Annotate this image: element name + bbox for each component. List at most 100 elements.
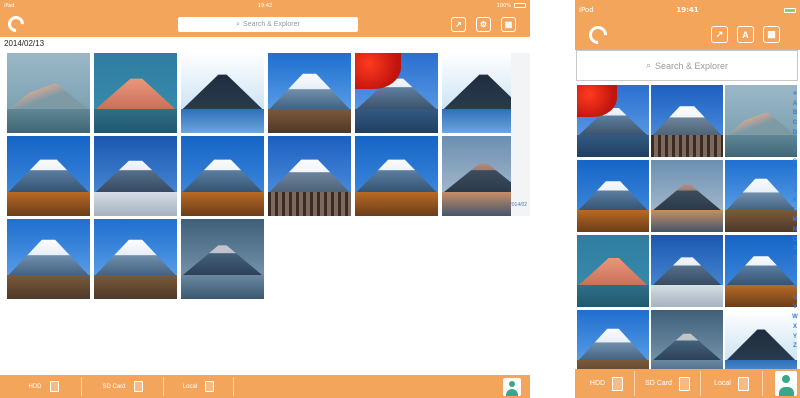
photo-ground	[651, 135, 723, 157]
photo-ground	[651, 285, 723, 307]
alphabet-index-letter[interactable]: T	[793, 284, 797, 294]
carrier-label: iPod	[579, 6, 594, 14]
photo-thumbnail[interactable]	[268, 53, 351, 133]
photo-ground	[725, 135, 797, 157]
alphabet-index-letter[interactable]: J	[793, 187, 796, 197]
photo-thumbnail[interactable]	[651, 235, 723, 307]
sort-alpha-button[interactable]: A	[737, 26, 754, 43]
user-icon[interactable]	[503, 378, 521, 396]
tab-sd-card[interactable]: SD Card	[82, 377, 164, 396]
alphabet-index-letter[interactable]: B	[793, 109, 797, 119]
alphabet-index-letter[interactable]: N	[793, 226, 797, 236]
alphabet-index-letter[interactable]: G	[793, 158, 798, 168]
ipad-status-bar: iPad 19:42 100%	[0, 0, 530, 11]
alphabet-index-letter[interactable]: V	[793, 303, 797, 313]
photo-thumbnail[interactable]	[94, 219, 177, 299]
alphabet-index-letter[interactable]: C	[793, 119, 797, 129]
photo-thumbnail[interactable]	[355, 136, 438, 216]
alphabet-index-letter[interactable]: O	[793, 236, 798, 246]
photo-ground	[355, 109, 438, 133]
user-icon[interactable]	[775, 371, 797, 396]
tab-local[interactable]: Local	[164, 377, 234, 396]
tab-local[interactable]: Local	[701, 371, 763, 396]
status-right: 100%	[497, 3, 526, 9]
photo-thumbnail[interactable]	[577, 160, 649, 232]
photo-thumbnail[interactable]	[181, 136, 264, 216]
refresh-logo-icon[interactable]	[585, 22, 611, 48]
search-icon: ⌕	[236, 20, 241, 28]
photo-thumbnail[interactable]	[181, 53, 264, 133]
photo-ground	[577, 285, 649, 307]
date-scroll-strip[interactable]	[511, 53, 530, 216]
tab-sd-card-label: SD Card	[645, 380, 672, 387]
photo-thumbnail[interactable]	[94, 136, 177, 216]
gear-icon[interactable]: ⚙	[476, 17, 491, 32]
search-input[interactable]: ⌕ Search & Explorer	[576, 50, 798, 81]
ipad-screen: iPad 19:42 100% ⌕ Search & Explorer ↗ ⚙ …	[0, 0, 530, 398]
photo-ground	[181, 192, 264, 216]
refresh-logo-icon[interactable]	[4, 12, 28, 36]
user-icon-body	[506, 389, 518, 396]
alphabet-index-letter[interactable]: Y	[793, 333, 797, 343]
photo-thumbnail[interactable]	[94, 53, 177, 133]
photo-thumbnail[interactable]	[268, 136, 351, 216]
photo-ground	[725, 285, 797, 307]
photo-ground	[181, 109, 264, 133]
alphabet-index-letter[interactable]: H	[793, 168, 797, 178]
photo-thumbnail[interactable]	[651, 85, 723, 157]
alphabet-index-letter[interactable]: L	[793, 206, 797, 216]
alphabet-index-letter[interactable]: Q	[793, 255, 798, 265]
photo-thumbnail[interactable]	[577, 235, 649, 307]
alphabet-index-letter[interactable]: #	[793, 90, 796, 100]
photo-ground	[268, 109, 351, 133]
alphabet-index-letter[interactable]: X	[793, 323, 797, 333]
tab-hdd[interactable]: HDD	[579, 371, 635, 396]
photo-ground	[94, 109, 177, 133]
tab-hdd[interactable]: HDD	[6, 377, 82, 396]
alphabet-index-letter[interactable]: I	[794, 177, 796, 187]
user-icon-body	[778, 387, 794, 396]
photo-thumbnail[interactable]	[577, 85, 649, 157]
alphabet-index-letter[interactable]: Z	[793, 342, 797, 352]
alphabet-index-letter[interactable]: R	[793, 265, 797, 275]
alphabet-index-letter[interactable]: M	[793, 216, 798, 226]
photo-thumbnail[interactable]	[651, 160, 723, 232]
nav-actions: ↗ A ▦	[711, 26, 780, 43]
alphabet-index-letter[interactable]: K	[793, 197, 797, 207]
photo-ground	[651, 210, 723, 232]
alphabet-index-letter[interactable]: E	[793, 139, 797, 149]
search-placeholder: Search & Explorer	[243, 21, 300, 28]
photo-thumbnail[interactable]	[7, 53, 90, 133]
photo-thumbnail[interactable]	[7, 136, 90, 216]
grid-icon[interactable]: ▦	[763, 26, 780, 43]
photo-grid	[7, 53, 525, 299]
alphabet-index-letter[interactable]: P	[793, 245, 797, 255]
search-input[interactable]: ⌕ Search & Explorer	[178, 17, 358, 32]
photo-thumbnail[interactable]	[7, 219, 90, 299]
photo-ground	[181, 275, 264, 299]
share-icon[interactable]: ↗	[711, 26, 728, 43]
battery-percent: 100%	[496, 2, 511, 9]
share-icon[interactable]: ↗	[451, 17, 466, 32]
photo-thumbnail[interactable]	[725, 235, 797, 307]
alphabet-index[interactable]: # A B C D E F G H I J K L M N O P Q R S T U V W X Y Z	[790, 90, 800, 352]
user-icon-head	[782, 375, 790, 383]
photo-thumbnail[interactable]	[725, 85, 797, 157]
alphabet-index-letter[interactable]: D	[793, 129, 797, 139]
alphabet-index-letter[interactable]: S	[793, 274, 797, 284]
photo-ground	[7, 275, 90, 299]
alphabet-index-letter[interactable]: W	[792, 313, 798, 323]
grid-icon[interactable]: ▦	[501, 17, 516, 32]
photo-ground	[94, 275, 177, 299]
photo-thumbnail[interactable]	[181, 219, 264, 299]
photo-thumbnail[interactable]	[355, 53, 438, 133]
iphone-nav-bar: ↗ A ▦	[575, 20, 800, 50]
battery-icon	[514, 3, 526, 8]
alphabet-index-letter[interactable]: A	[793, 100, 797, 110]
alphabet-index-letter[interactable]: F	[793, 148, 797, 158]
photo-thumbnail[interactable]	[725, 160, 797, 232]
alphabet-index-letter[interactable]: U	[793, 294, 797, 304]
tab-hdd-label: HDD	[589, 380, 606, 387]
ipad-tab-bar: HDD SD Card Local	[0, 375, 530, 398]
tab-sd-card[interactable]: SD Card	[635, 371, 701, 396]
